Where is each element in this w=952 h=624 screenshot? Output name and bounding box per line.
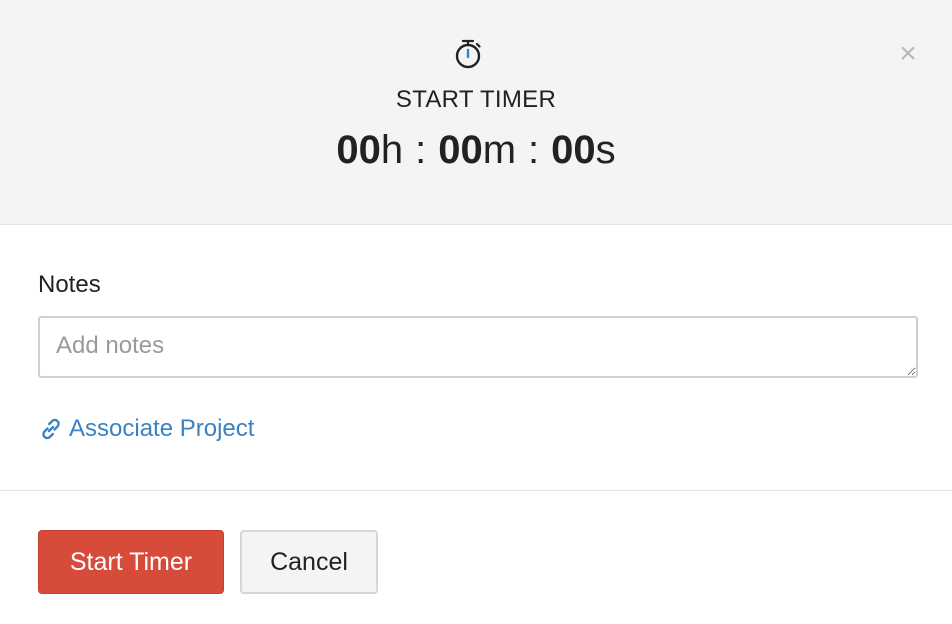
time-separator: : [415, 128, 427, 172]
notes-input[interactable] [38, 316, 918, 378]
minutes-value: 00 [438, 128, 483, 172]
timer-display: 00h:00m:00s [0, 128, 952, 173]
dialog-body: Notes Associate Project [0, 225, 952, 490]
dialog-header: × START TIMER 00h:00m:00s [0, 0, 952, 225]
associate-project-label: Associate Project [69, 415, 255, 442]
close-icon[interactable]: × [894, 39, 922, 69]
stopwatch-icon [453, 38, 483, 70]
minutes-unit: m [482, 128, 517, 172]
notes-label: Notes [38, 271, 101, 298]
hours-value: 00 [336, 128, 381, 172]
hours-unit: h [380, 128, 404, 172]
link-icon [38, 416, 64, 442]
seconds-value: 00 [551, 128, 596, 172]
cancel-button[interactable]: Cancel [240, 530, 378, 594]
start-timer-button[interactable]: Start Timer [38, 530, 224, 594]
dialog-footer: Start Timer Cancel [0, 491, 952, 624]
dialog-title: START TIMER [395, 86, 557, 113]
start-timer-dialog: × START TIMER 00h:00m:00s Notes Associat… [0, 0, 952, 624]
time-separator: : [528, 128, 540, 172]
seconds-unit: s [595, 128, 616, 172]
associate-project-link[interactable]: Associate Project [38, 415, 254, 443]
